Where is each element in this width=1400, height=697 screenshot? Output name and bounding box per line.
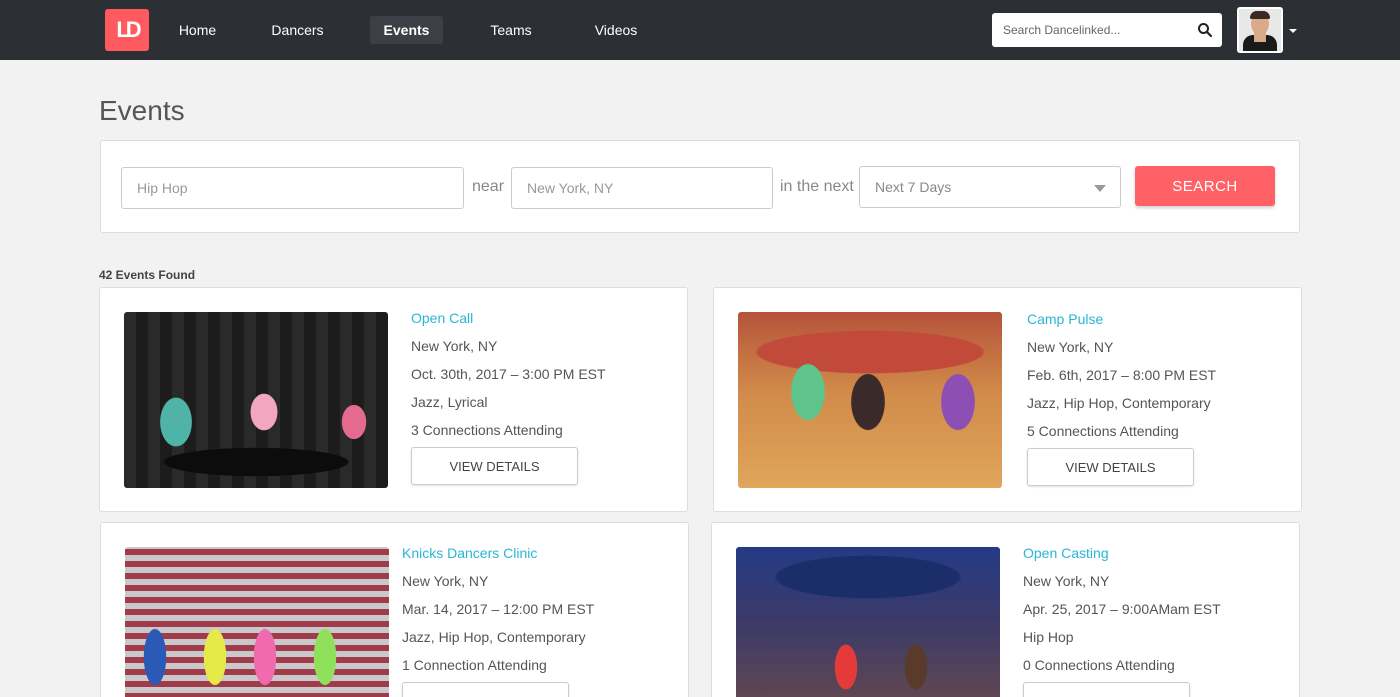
event-styles: Jazz, Hip Hop, Contemporary xyxy=(1027,395,1211,411)
event-image[interactable] xyxy=(125,547,389,697)
event-image[interactable] xyxy=(736,547,1000,697)
event-card: Knicks Dancers Clinic New York, NY Mar. … xyxy=(100,522,689,697)
top-navbar: LD Home Dancers Events Teams Videos xyxy=(0,0,1400,60)
event-card: Camp Pulse New York, NY Feb. 6th, 2017 –… xyxy=(713,287,1302,512)
event-location: New York, NY xyxy=(1027,339,1114,355)
event-datetime: Mar. 14, 2017 – 12:00 PM EST xyxy=(402,601,595,617)
event-datetime: Apr. 25, 2017 – 9:00AMam EST xyxy=(1023,601,1221,617)
event-location: New York, NY xyxy=(411,338,498,354)
logo-text: LD xyxy=(116,17,141,42)
event-search-panel: near in the next Next 7 Days SEARCH xyxy=(100,140,1300,233)
results-count: 42 Events Found xyxy=(99,268,196,282)
chevron-down-icon[interactable] xyxy=(1289,29,1297,33)
event-datetime: Feb. 6th, 2017 – 8:00 PM EST xyxy=(1027,367,1217,383)
event-connections: 0 Connections Attending xyxy=(1023,657,1175,673)
event-location: New York, NY xyxy=(1023,573,1110,589)
event-title-link[interactable]: Open Casting xyxy=(1023,545,1221,561)
global-search-input[interactable] xyxy=(992,13,1188,47)
event-card: Open Call New York, NY Oct. 30th, 2017 –… xyxy=(99,287,688,512)
view-details-button[interactable]: VIEW DETAILS xyxy=(1023,682,1190,697)
event-title-link[interactable]: Open Call xyxy=(411,310,606,326)
nav-dancers[interactable]: Dancers xyxy=(260,16,335,44)
event-styles: Jazz, Lyrical xyxy=(411,394,488,410)
event-info: Open Casting New York, NY Apr. 25, 2017 … xyxy=(1023,545,1221,697)
view-details-button[interactable]: VIEW DETAILS xyxy=(411,447,578,485)
event-title-link[interactable]: Camp Pulse xyxy=(1027,311,1216,327)
nav-teams[interactable]: Teams xyxy=(478,16,544,44)
event-connections: 1 Connection Attending xyxy=(402,657,547,673)
timeframe-select[interactable]: Next 7 Days xyxy=(859,166,1121,208)
event-card: Open Casting New York, NY Apr. 25, 2017 … xyxy=(711,522,1300,697)
page-title: Events xyxy=(99,95,185,126)
event-info: Knicks Dancers Clinic New York, NY Mar. … xyxy=(402,545,594,697)
event-connections: 5 Connections Attending xyxy=(1027,423,1179,439)
nav-videos[interactable]: Videos xyxy=(582,16,650,44)
event-info: Camp Pulse New York, NY Feb. 6th, 2017 –… xyxy=(1027,311,1216,486)
nav-home[interactable]: Home xyxy=(165,16,230,44)
nav-events[interactable]: Events xyxy=(370,16,443,44)
near-label: near xyxy=(472,178,505,195)
chevron-down-icon xyxy=(1094,185,1106,192)
search-button[interactable]: SEARCH xyxy=(1135,166,1275,206)
user-avatar[interactable] xyxy=(1237,7,1283,53)
global-search xyxy=(992,13,1222,47)
event-image[interactable] xyxy=(124,312,388,488)
event-image[interactable] xyxy=(738,312,1002,488)
dance-style-input[interactable] xyxy=(121,167,464,209)
event-location: New York, NY xyxy=(402,573,489,589)
event-connections: 3 Connections Attending xyxy=(411,422,563,438)
view-details-button[interactable]: VIEW DETAILS xyxy=(402,682,569,697)
event-info: Open Call New York, NY Oct. 30th, 2017 –… xyxy=(411,310,606,485)
avatar-image xyxy=(1239,9,1281,51)
timeframe-label: in the next xyxy=(780,178,854,195)
timeframe-select-value: Next 7 Days xyxy=(875,179,952,195)
location-input[interactable] xyxy=(511,167,773,209)
search-icon[interactable] xyxy=(1197,22,1213,38)
event-datetime: Oct. 30th, 2017 – 3:00 PM EST xyxy=(411,366,606,382)
event-title-link[interactable]: Knicks Dancers Clinic xyxy=(402,545,594,561)
event-styles: Hip Hop xyxy=(1023,629,1074,645)
view-details-button[interactable]: VIEW DETAILS xyxy=(1027,448,1194,486)
event-styles: Jazz, Hip Hop, Contemporary xyxy=(402,629,586,645)
dancelinked-logo[interactable]: LD xyxy=(105,9,149,51)
